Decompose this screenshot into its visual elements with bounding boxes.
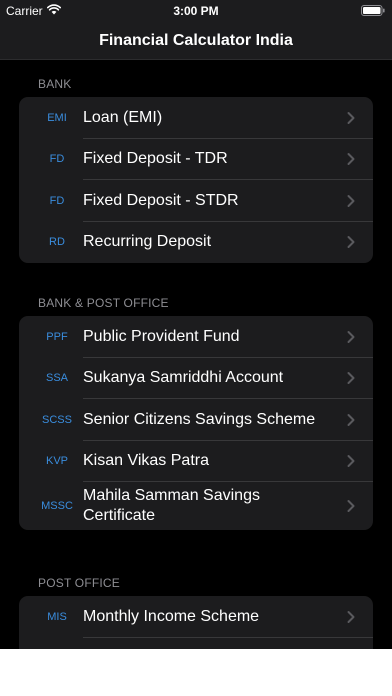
list-item-public-provident-fund[interactable]: PPF Public Provident Fund <box>19 316 373 358</box>
row-label: Monthly Income Scheme <box>83 607 260 625</box>
row-abbreviation: FD <box>49 194 65 207</box>
section-header-bank-post-office: BANK & POST OFFICE <box>38 296 169 310</box>
row-abbreviation: RD <box>49 236 65 249</box>
row-label: Fixed Deposit - TDR <box>83 150 228 168</box>
status-bar: Carrier 3:00 PM <box>0 0 392 22</box>
group-bank: EMI Loan (EMI) FD Fixed Deposit - TDR FD… <box>19 97 373 263</box>
list-item-mahila-samman-savings-certificate[interactable]: MSSC Mahila Samman Savings Certificate <box>19 482 373 530</box>
row-label: Fixed Deposit - STDR <box>83 191 239 209</box>
chevron-right-icon <box>347 610 355 623</box>
page-title: Financial Calculator India <box>99 32 293 49</box>
chevron-right-icon <box>347 194 355 207</box>
chevron-right-icon <box>347 236 355 249</box>
chevron-right-icon <box>347 455 355 468</box>
row-label: Recurring Deposit <box>83 233 212 251</box>
list-item-sukanya-samriddhi-account[interactable]: SSA Sukanya Samriddhi Account <box>19 358 373 399</box>
chevron-right-icon <box>347 500 355 512</box>
row-label: Sukanya Samriddhi Account <box>83 369 284 387</box>
list-item-senior-citizens-savings-scheme[interactable]: SCSS Senior Citizens Savings Scheme <box>19 399 373 441</box>
chevron-right-icon <box>347 372 355 385</box>
row-label: Public Provident Fund <box>83 327 240 345</box>
chevron-right-icon <box>347 413 355 426</box>
list-item-kisan-vikas-patra[interactable]: KVP Kisan Vikas Patra <box>19 441 373 482</box>
section-header-bank: BANK <box>38 77 72 91</box>
calculator-list[interactable]: BANK EMI Loan (EMI) FD Fixed Deposit - T… <box>0 61 392 649</box>
section-header-post-office: POST OFFICE <box>38 576 120 590</box>
row-abbreviation: FD <box>49 153 65 166</box>
battery-icon <box>361 5 385 16</box>
row-abbreviation: MSSC <box>41 500 73 512</box>
row-label: Loan (EMI) <box>83 108 163 126</box>
row-abbreviation: KVP <box>45 455 68 468</box>
row-label: Mahila Samman Savings Certificate <box>83 487 260 524</box>
list-item-partial[interactable] <box>19 638 373 650</box>
chevron-right-icon <box>347 153 355 166</box>
bottom-blank-area <box>0 649 392 696</box>
list-item-recurring-deposit[interactable]: RD Recurring Deposit <box>19 222 373 264</box>
group-bank-post-office: PPF Public Provident Fund SSA Sukanya Sa… <box>19 316 373 530</box>
row-abbreviation: SCSS <box>42 413 72 426</box>
list-item-monthly-income-scheme[interactable]: MIS Monthly Income Scheme <box>19 596 373 638</box>
list-item-fixed-deposit-stdr[interactable]: FD Fixed Deposit - STDR <box>19 180 373 222</box>
row-abbreviation: SSA <box>45 372 68 385</box>
row-label: Kisan Vikas Patra <box>83 452 209 470</box>
group-post-office: MIS Monthly Income Scheme <box>19 596 373 649</box>
row-label: Senior Citizens Savings Scheme <box>83 410 316 428</box>
chevron-right-icon <box>347 111 355 124</box>
list-item-loan-emi[interactable]: EMI Loan (EMI) <box>19 97 373 139</box>
row-abbreviation: EMI <box>47 111 67 124</box>
navigation-bar: Financial Calculator India <box>0 22 392 60</box>
row-abbreviation: PPF <box>46 330 68 343</box>
status-time: 3:00 PM <box>173 4 219 18</box>
chevron-right-icon <box>347 330 355 343</box>
list-item-fixed-deposit-tdr[interactable]: FD Fixed Deposit - TDR <box>19 139 373 180</box>
row-abbreviation: MIS <box>47 610 67 623</box>
